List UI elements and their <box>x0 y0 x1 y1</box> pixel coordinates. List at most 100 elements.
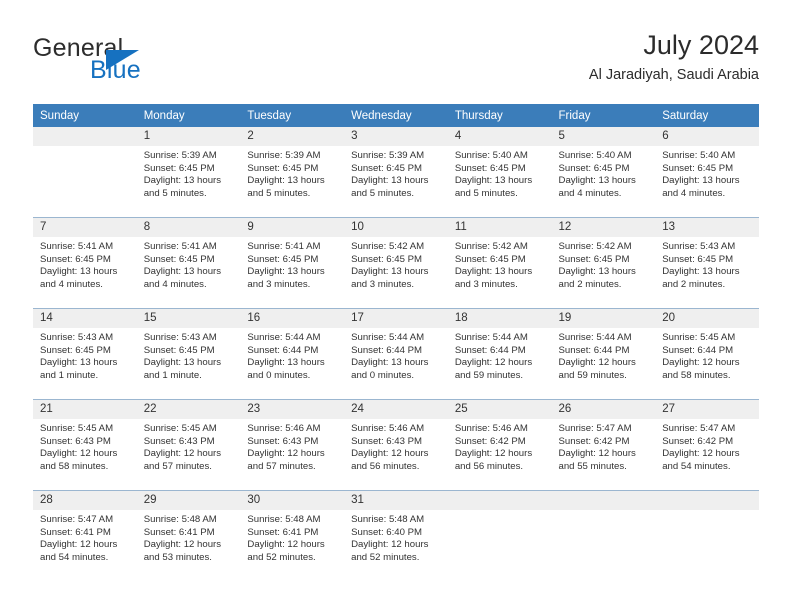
day-number: 1 <box>136 127 241 146</box>
day-daylight-1-text: Daylight: 13 hours <box>40 357 118 369</box>
day-number: 31 <box>344 491 448 510</box>
day-sunrise-text: Sunrise: 5:48 AM <box>143 514 217 525</box>
day-daylight-1-text: Daylight: 12 hours <box>454 357 533 369</box>
day-details: Sunrise: 5:48 AM Sunset: 6:40 PM Daylight:… <box>344 510 448 564</box>
day-details: Sunrise: 5:43 AM Sunset: 6:45 PM Daylight:… <box>137 328 241 382</box>
calendar-table: Sunday Monday Tuesday Wednesday Thursday Frid… <box>33 104 759 581</box>
calendar-day-cell[interactable]: 3 Sunrise: 5:39 AM Sunset: 6:45 PM Daylight… <box>344 127 448 218</box>
weekday-header-tuesday: Tuesday <box>240 104 345 127</box>
calendar-day-cell[interactable]: 29 Sunrise: 5:48 AM Sunset: 6:41 PM Dayligh… <box>136 490 241 581</box>
day-daylight-2-text: and 3 minutes. <box>454 278 518 290</box>
calendar-day-cell[interactable]: 4 Sunrise: 5:40 AM Sunset: 6:45 PM Daylight… <box>447 127 552 218</box>
day-daylight-1-text: Daylight: 13 hours <box>351 175 429 187</box>
day-daylight-2-text: and 57 minutes. <box>143 460 212 472</box>
day-sunrise-text: Sunrise: 5:43 AM <box>662 241 736 252</box>
calendar-day-cell[interactable]: 21 Sunrise: 5:45 AM Sunset: 6:43 PM Dayligh… <box>33 399 137 491</box>
day-number <box>447 491 552 510</box>
calendar-day-cell[interactable]: 19 Sunrise: 5:44 AM Sunset: 6:44 PM Dayligh… <box>551 308 656 400</box>
calendar-day-cell-empty <box>551 490 656 581</box>
day-sunrise-text: Sunrise: 5:39 AM <box>351 150 425 161</box>
calendar-day-cell[interactable]: 25 Sunrise: 5:46 AM Sunset: 6:42 PM Dayligh… <box>447 399 552 491</box>
day-daylight-1-text: Daylight: 13 hours <box>247 266 325 278</box>
day-sunset-text: Sunset: 6:41 PM <box>143 526 215 538</box>
day-sunrise-text: Sunrise: 5:44 AM <box>351 332 425 343</box>
day-daylight-1-text: Daylight: 12 hours <box>143 448 222 460</box>
calendar-day-cell[interactable]: 12 Sunrise: 5:42 AM Sunset: 6:45 PM Dayligh… <box>551 217 656 309</box>
calendar-day-cell[interactable]: 18 Sunrise: 5:44 AM Sunset: 6:44 PM Dayligh… <box>447 308 552 400</box>
calendar-day-cell[interactable]: 26 Sunrise: 5:47 AM Sunset: 6:42 PM Dayligh… <box>551 399 656 491</box>
calendar-day-cell[interactable]: 5 Sunrise: 5:40 AM Sunset: 6:45 PM Daylight… <box>551 127 656 218</box>
calendar-day-cell[interactable]: 2 Sunrise: 5:39 AM Sunset: 6:45 PM Daylight… <box>240 127 345 218</box>
day-sunrise-text: Sunrise: 5:47 AM <box>662 423 736 434</box>
calendar-day-cell[interactable]: 13 Sunrise: 5:43 AM Sunset: 6:45 PM Dayligh… <box>655 217 759 309</box>
day-sunrise-text: Sunrise: 5:48 AM <box>247 514 321 525</box>
calendar-day-cell[interactable]: 8 Sunrise: 5:41 AM Sunset: 6:45 PM Daylight… <box>136 217 241 309</box>
day-sunset-text: Sunset: 6:45 PM <box>247 253 319 265</box>
brand-name-blue: Blue <box>90 56 141 84</box>
day-daylight-1-text: Daylight: 13 hours <box>662 266 740 278</box>
calendar-day-cell[interactable]: 9 Sunrise: 5:41 AM Sunset: 6:45 PM Daylight… <box>240 217 345 309</box>
day-sunset-text: Sunset: 6:45 PM <box>558 253 630 265</box>
calendar-day-cell[interactable]: 30 Sunrise: 5:48 AM Sunset: 6:41 PM Dayligh… <box>240 490 345 581</box>
day-number: 9 <box>240 218 345 237</box>
day-daylight-1-text: Daylight: 13 hours <box>247 175 325 187</box>
calendar-day-cell[interactable]: 23 Sunrise: 5:46 AM Sunset: 6:43 PM Dayligh… <box>240 399 345 491</box>
day-details: Sunrise: 5:42 AM Sunset: 6:45 PM Daylight:… <box>448 237 552 291</box>
weekday-header-wednesday: Wednesday <box>344 104 448 127</box>
day-number: 8 <box>136 218 241 237</box>
day-number <box>33 127 137 146</box>
day-sunrise-text: Sunrise: 5:43 AM <box>143 332 217 343</box>
calendar-day-cell[interactable]: 20 Sunrise: 5:45 AM Sunset: 6:44 PM Dayligh… <box>655 308 759 400</box>
day-number: 11 <box>447 218 552 237</box>
day-sunrise-text: Sunrise: 5:39 AM <box>247 150 321 161</box>
calendar-day-cell[interactable]: 28 Sunrise: 5:47 AM Sunset: 6:41 PM Dayligh… <box>33 490 137 581</box>
calendar-day-cell[interactable]: 16 Sunrise: 5:44 AM Sunset: 6:44 PM Dayligh… <box>240 308 345 400</box>
day-daylight-1-text: Daylight: 13 hours <box>558 266 636 278</box>
calendar-day-cell[interactable]: 14 Sunrise: 5:43 AM Sunset: 6:45 PM Dayligh… <box>33 308 137 400</box>
day-sunrise-text: Sunrise: 5:40 AM <box>662 150 736 161</box>
day-sunset-text: Sunset: 6:45 PM <box>558 162 630 174</box>
calendar-day-cell[interactable]: 10 Sunrise: 5:42 AM Sunset: 6:45 PM Dayligh… <box>344 217 448 309</box>
day-daylight-1-text: Daylight: 13 hours <box>662 175 740 187</box>
day-sunset-text: Sunset: 6:45 PM <box>247 162 319 174</box>
day-daylight-1-text: Daylight: 13 hours <box>143 357 222 369</box>
day-details: Sunrise: 5:48 AM Sunset: 6:41 PM Daylight:… <box>240 510 344 564</box>
day-sunset-text: Sunset: 6:43 PM <box>143 435 215 447</box>
calendar-day-cell[interactable]: 11 Sunrise: 5:42 AM Sunset: 6:45 PM Dayligh… <box>447 217 552 309</box>
calendar-day-cell[interactable]: 22 Sunrise: 5:45 AM Sunset: 6:43 PM Dayligh… <box>136 399 241 491</box>
day-daylight-2-text: and 4 minutes. <box>143 278 207 290</box>
day-number: 6 <box>655 127 759 146</box>
calendar-day-cell[interactable]: 27 Sunrise: 5:47 AM Sunset: 6:42 PM Dayligh… <box>655 399 759 491</box>
calendar-day-cell[interactable]: 6 Sunrise: 5:40 AM Sunset: 6:45 PM Daylight… <box>655 127 759 218</box>
day-sunset-text: Sunset: 6:40 PM <box>351 526 423 538</box>
calendar-day-cell[interactable]: 24 Sunrise: 5:46 AM Sunset: 6:43 PM Dayligh… <box>344 399 448 491</box>
calendar-day-cell-empty <box>447 490 552 581</box>
day-details: Sunrise: 5:40 AM Sunset: 6:45 PM Daylight:… <box>552 146 656 200</box>
general-blue-logo[interactable]: General Blue <box>33 34 273 90</box>
day-details: Sunrise: 5:47 AM Sunset: 6:41 PM Daylight:… <box>33 510 137 564</box>
day-number: 5 <box>551 127 656 146</box>
day-sunrise-text: Sunrise: 5:47 AM <box>40 514 114 525</box>
day-sunrise-text: Sunrise: 5:46 AM <box>247 423 321 434</box>
calendar-day-cell[interactable]: 7 Sunrise: 5:41 AM Sunset: 6:45 PM Daylight… <box>33 217 137 309</box>
calendar-day-cell[interactable]: 1 Sunrise: 5:39 AM Sunset: 6:45 PM Daylight… <box>136 127 241 218</box>
day-details: Sunrise: 5:46 AM Sunset: 6:43 PM Daylight:… <box>240 419 344 473</box>
day-sunset-text: Sunset: 6:43 PM <box>247 435 319 447</box>
day-details: Sunrise: 5:40 AM Sunset: 6:45 PM Daylight:… <box>448 146 552 200</box>
calendar-day-cell[interactable]: 17 Sunrise: 5:44 AM Sunset: 6:44 PM Dayligh… <box>344 308 448 400</box>
day-sunrise-text: Sunrise: 5:41 AM <box>40 241 114 252</box>
calendar-day-cell[interactable]: 15 Sunrise: 5:43 AM Sunset: 6:45 PM Dayligh… <box>136 308 241 400</box>
calendar-day-cell[interactable]: 31 Sunrise: 5:48 AM Sunset: 6:40 PM Dayligh… <box>344 490 448 581</box>
calendar-day-cell-empty <box>655 490 759 581</box>
day-number: 19 <box>551 309 656 328</box>
page-title: July 2024 <box>643 30 759 60</box>
calendar-week-row: 7 Sunrise: 5:41 AM Sunset: 6:45 PM Daylight… <box>33 217 759 309</box>
day-daylight-1-text: Daylight: 12 hours <box>662 448 740 460</box>
weekday-header-thursday: Thursday <box>447 104 552 127</box>
day-sunset-text: Sunset: 6:45 PM <box>143 344 215 356</box>
day-sunset-text: Sunset: 6:44 PM <box>247 344 319 356</box>
day-daylight-1-text: Daylight: 13 hours <box>247 357 325 369</box>
day-sunset-text: Sunset: 6:43 PM <box>351 435 423 447</box>
day-number: 23 <box>240 400 345 419</box>
day-details: Sunrise: 5:45 AM Sunset: 6:44 PM Daylight:… <box>655 328 759 382</box>
